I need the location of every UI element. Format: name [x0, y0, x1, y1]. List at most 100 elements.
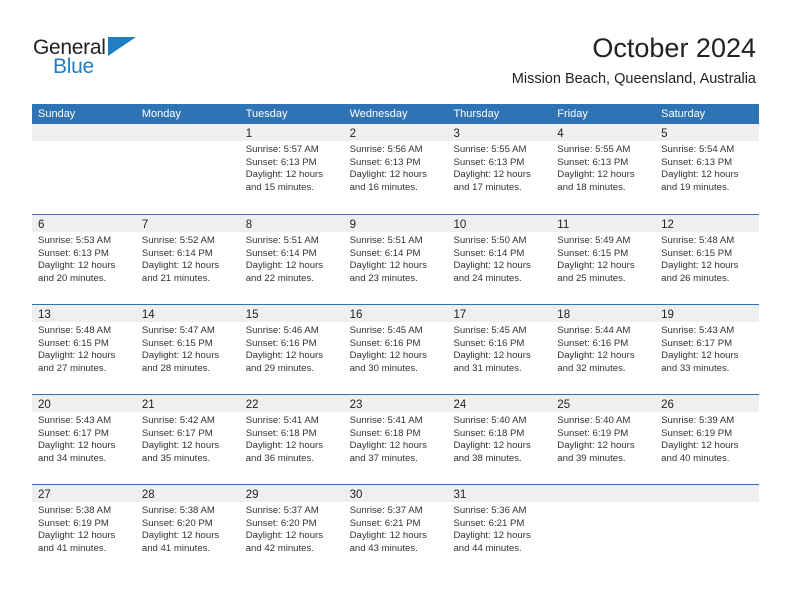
day-detail-line: and 33 minutes.	[661, 362, 730, 374]
day-detail-line: Sunrise: 5:37 AM	[349, 505, 423, 516]
weekday-header-row: Sunday Monday Tuesday Wednesday Thursday Frid…	[32, 104, 759, 124]
calendar-day-cell[interactable]: 27 Sunrise: 5:38 AM Sunset: 6:19 PM Dayligh…	[32, 485, 136, 574]
calendar-day-cell[interactable]: 31 Sunrise: 5:36 AM Sunset: 6:21 PM Dayligh…	[447, 485, 552, 574]
day-number: 11	[557, 219, 570, 231]
day-detail-line: Sunrise: 5:41 AM	[349, 415, 423, 426]
day-detail-line: Sunrise: 5:38 AM	[141, 505, 215, 516]
calendar-day-cell[interactable]: 14 Sunrise: 5:47 AM Sunset: 6:15 PM Dayligh…	[135, 305, 240, 394]
day-number: 21	[141, 399, 155, 411]
calendar-day-cell[interactable]: 26 Sunrise: 5:39 AM Sunset: 6:19 PM Dayligh…	[655, 395, 760, 484]
day-number: 28	[141, 489, 155, 501]
calendar-day-cell[interactable]: 9 Sunrise: 5:51 AM Sunset: 6:14 PM Daylight…	[343, 215, 448, 304]
calendar-day-cell[interactable]: 24 Sunrise: 5:40 AM Sunset: 6:18 PM Dayligh…	[447, 395, 552, 484]
day-detail-block: Sunrise: 5:50 AM Sunset: 6:14 PM Daylight:…	[447, 232, 551, 285]
calendar-day-cell[interactable]: 12 Sunrise: 5:48 AM Sunset: 6:15 PM Dayligh…	[655, 215, 760, 304]
calendar-week-row: 1 Sunrise: 5:57 AM Sunset: 6:13 PM Daylight…	[32, 124, 760, 214]
calendar-day-cell[interactable]: 8 Sunrise: 5:51 AM Sunset: 6:14 PM Daylight…	[239, 215, 344, 304]
day-number: 20	[38, 399, 51, 411]
day-number-band: 23	[343, 395, 448, 412]
weekday-header-wednesday: Wednesday	[349, 108, 408, 120]
day-detail-line: Daylight: 12 hours	[661, 260, 739, 272]
calendar-day-cell[interactable]: 2 Sunrise: 5:56 AM Sunset: 6:13 PM Daylight…	[343, 124, 448, 214]
calendar-day-cell[interactable]: 1 Sunrise: 5:57 AM Sunset: 6:13 PM Daylight…	[239, 124, 344, 214]
day-number-band: 24	[447, 395, 552, 412]
calendar-day-cell-empty	[135, 124, 240, 214]
calendar-day-cell[interactable]: 7 Sunrise: 5:52 AM Sunset: 6:14 PM Daylight…	[135, 215, 240, 304]
day-detail-block: Sunrise: 5:45 AM Sunset: 6:16 PM Daylight:…	[344, 322, 448, 375]
day-detail-line: Daylight: 12 hours	[38, 350, 116, 362]
day-detail-line: Daylight: 12 hours	[245, 530, 324, 542]
calendar-day-cell[interactable]: 20 Sunrise: 5:43 AM Sunset: 6:17 PM Dayligh…	[32, 395, 136, 484]
day-number-band: 16	[343, 305, 448, 322]
calendar-day-cell[interactable]: 6 Sunrise: 5:53 AM Sunset: 6:13 PM Daylight…	[32, 215, 136, 304]
general-blue-logo[interactable]: General Blue	[33, 36, 153, 84]
day-number: 26	[661, 399, 674, 411]
calendar-day-cell[interactable]: 23 Sunrise: 5:41 AM Sunset: 6:18 PM Dayligh…	[343, 395, 448, 484]
day-number-band: 8	[239, 215, 344, 232]
day-detail-line: Daylight: 12 hours	[141, 530, 220, 542]
day-detail-line: Sunset: 6:21 PM	[453, 517, 525, 529]
calendar-day-cell[interactable]: 21 Sunrise: 5:42 AM Sunset: 6:17 PM Dayligh…	[135, 395, 240, 484]
day-detail-line: Sunset: 6:13 PM	[38, 247, 109, 259]
day-detail-line: Daylight: 12 hours	[661, 440, 739, 452]
day-detail-line: Sunset: 6:17 PM	[141, 427, 213, 439]
day-detail-line: Daylight: 12 hours	[453, 350, 531, 362]
day-number: 22	[245, 399, 259, 411]
calendar-day-cell[interactable]: 30 Sunrise: 5:37 AM Sunset: 6:21 PM Dayligh…	[343, 485, 448, 574]
day-number: 5	[661, 128, 668, 140]
day-detail-line: Daylight: 12 hours	[38, 440, 116, 452]
day-number-band: 28	[135, 485, 240, 502]
day-detail-line: and 31 minutes.	[453, 362, 522, 374]
weekday-header-sunday: Sunday	[38, 108, 76, 120]
day-number-band: 19	[655, 305, 760, 322]
calendar-day-cell[interactable]: 25 Sunrise: 5:40 AM Sunset: 6:19 PM Dayligh…	[551, 395, 656, 484]
day-detail-line: and 17 minutes.	[453, 181, 522, 193]
day-detail-line: Daylight: 12 hours	[245, 260, 324, 272]
calendar-day-cell[interactable]: 19 Sunrise: 5:43 AM Sunset: 6:17 PM Dayligh…	[655, 305, 760, 394]
day-number: 19	[661, 309, 674, 321]
day-number-band: 15	[239, 305, 344, 322]
day-detail-block: Sunrise: 5:57 AM Sunset: 6:13 PM Daylight:…	[240, 141, 344, 194]
day-detail-line: and 19 minutes.	[661, 181, 730, 193]
day-detail-block: Sunrise: 5:45 AM Sunset: 6:16 PM Daylight:…	[447, 322, 551, 375]
calendar-day-cell[interactable]: 11 Sunrise: 5:49 AM Sunset: 6:15 PM Dayligh…	[551, 215, 656, 304]
day-detail-line: Sunset: 6:13 PM	[557, 156, 629, 168]
day-number-band: 12	[655, 215, 760, 232]
day-number: 29	[245, 489, 259, 501]
calendar-day-cell[interactable]: 28 Sunrise: 5:38 AM Sunset: 6:20 PM Dayligh…	[135, 485, 240, 574]
calendar-week-row: 13 Sunrise: 5:48 AM Sunset: 6:15 PM Dayligh…	[32, 304, 760, 394]
day-number: 8	[245, 219, 253, 231]
day-detail-block: Sunrise: 5:53 AM Sunset: 6:13 PM Daylight:…	[32, 232, 136, 285]
day-detail-line: and 18 minutes.	[557, 181, 626, 193]
day-detail-block: Sunrise: 5:49 AM Sunset: 6:15 PM Daylight:…	[551, 232, 655, 285]
calendar-day-cell[interactable]: 29 Sunrise: 5:37 AM Sunset: 6:20 PM Dayligh…	[239, 485, 344, 574]
calendar-week-row: 6 Sunrise: 5:53 AM Sunset: 6:13 PM Daylight…	[32, 214, 760, 304]
day-detail-line: Sunset: 6:20 PM	[141, 517, 213, 529]
calendar-day-cell[interactable]: 16 Sunrise: 5:45 AM Sunset: 6:16 PM Dayligh…	[343, 305, 448, 394]
calendar-day-cell[interactable]: 18 Sunrise: 5:44 AM Sunset: 6:16 PM Dayligh…	[551, 305, 656, 394]
day-detail-line: Sunset: 6:13 PM	[349, 156, 421, 168]
day-number-band: 25	[551, 395, 656, 412]
calendar-day-cell[interactable]: 3 Sunrise: 5:55 AM Sunset: 6:13 PM Daylight…	[447, 124, 552, 214]
day-detail-line: Sunrise: 5:47 AM	[141, 325, 215, 336]
calendar-day-cell[interactable]: 10 Sunrise: 5:50 AM Sunset: 6:14 PM Dayligh…	[447, 215, 552, 304]
calendar-day-cell[interactable]: 13 Sunrise: 5:48 AM Sunset: 6:15 PM Dayligh…	[32, 305, 136, 394]
day-detail-block: Sunrise: 5:43 AM Sunset: 6:17 PM Daylight:…	[32, 412, 136, 465]
calendar-day-cell[interactable]: 17 Sunrise: 5:45 AM Sunset: 6:16 PM Dayligh…	[447, 305, 552, 394]
calendar-day-cell[interactable]: 22 Sunrise: 5:41 AM Sunset: 6:18 PM Dayligh…	[239, 395, 344, 484]
calendar-day-cell[interactable]: 15 Sunrise: 5:46 AM Sunset: 6:16 PM Dayligh…	[239, 305, 344, 394]
day-number: 4	[557, 128, 564, 140]
logo-text-blue: Blue	[53, 55, 94, 78]
calendar-day-cell[interactable]: 4 Sunrise: 5:55 AM Sunset: 6:13 PM Daylight…	[551, 124, 656, 214]
day-detail-line: and 39 minutes.	[557, 452, 626, 464]
calendar-day-cell[interactable]: 5 Sunrise: 5:54 AM Sunset: 6:13 PM Daylight…	[655, 124, 760, 214]
day-detail-line: Sunrise: 5:57 AM	[245, 144, 319, 155]
day-number-band: 7	[135, 215, 240, 232]
day-number: 3	[453, 128, 460, 140]
day-detail-line: Sunrise: 5:44 AM	[557, 325, 631, 336]
day-detail-line: Daylight: 12 hours	[453, 260, 531, 272]
day-detail-block: Sunrise: 5:44 AM Sunset: 6:16 PM Daylight:…	[551, 322, 655, 375]
day-detail-line: Sunrise: 5:54 AM	[661, 144, 735, 155]
day-number: 18	[557, 309, 571, 321]
day-number-band: 17	[447, 305, 552, 322]
